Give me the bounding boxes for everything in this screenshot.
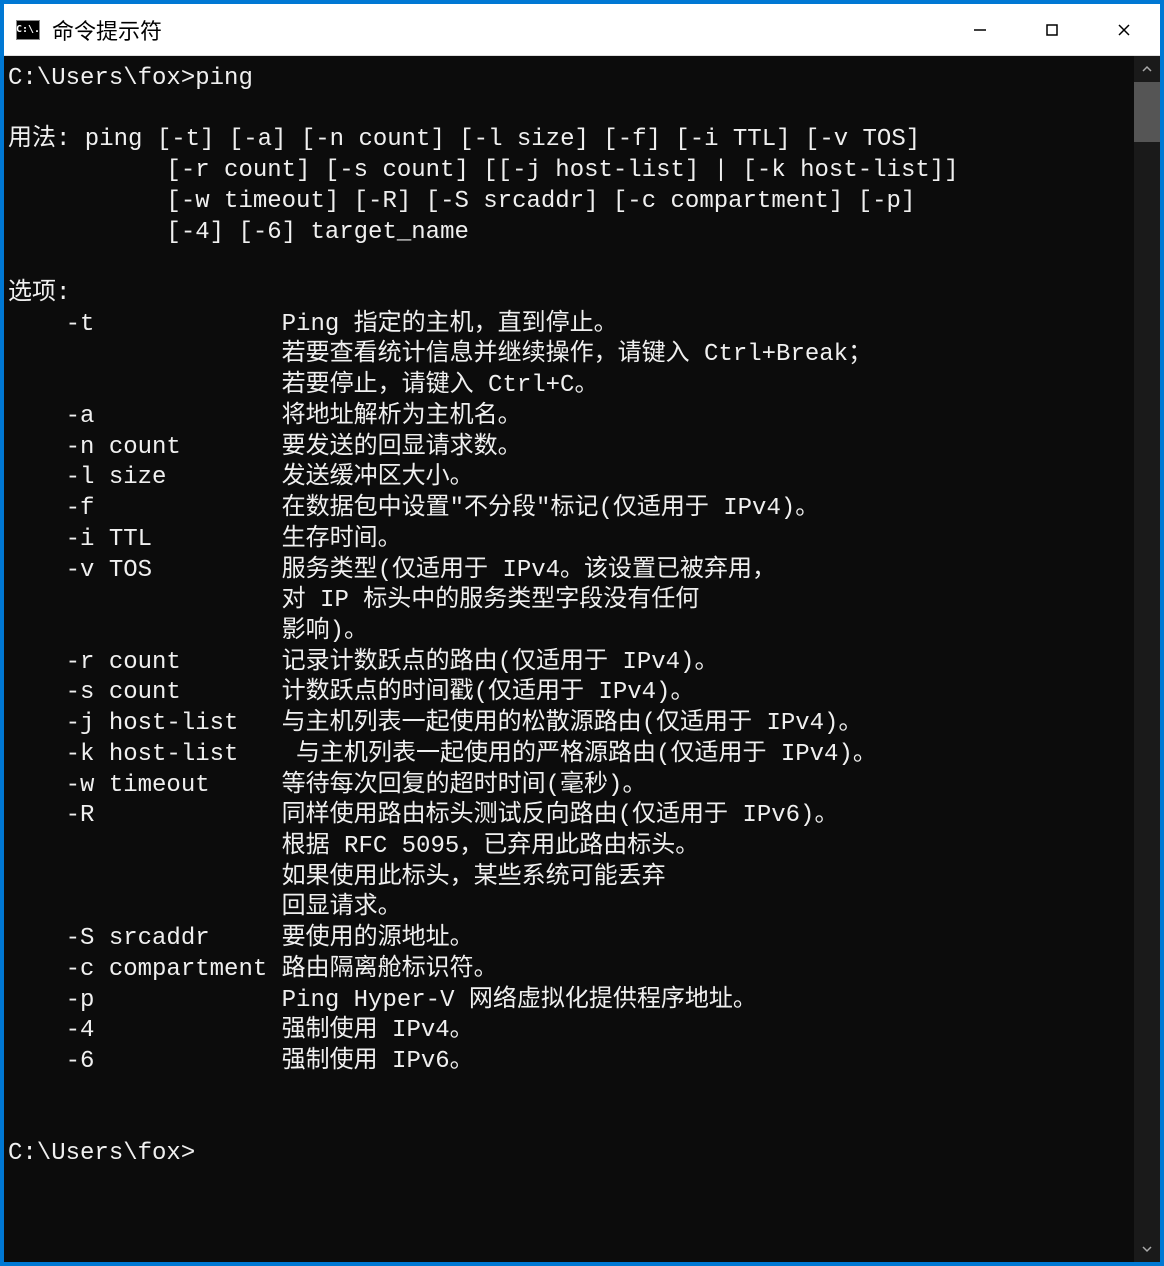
terminal-line: -6 强制使用 IPv6。	[8, 1047, 1130, 1078]
terminal-line: 选项:	[8, 279, 1130, 310]
scrollbar-thumb[interactable]	[1134, 82, 1160, 142]
terminal-line: -4 强制使用 IPv4。	[8, 1016, 1130, 1047]
terminal-line: -f 在数据包中设置"不分段"标记(仅适用于 IPv4)。	[8, 494, 1130, 525]
terminal-line: 若要查看统计信息并继续操作，请键入 Ctrl+Break；	[8, 340, 1130, 371]
terminal-line: -w timeout 等待每次回复的超时时间(毫秒)。	[8, 771, 1130, 802]
terminal-line: -v TOS 服务类型(仅适用于 IPv4。该设置已被弃用，	[8, 556, 1130, 587]
chevron-up-icon	[1141, 63, 1153, 75]
terminal-line: -S srcaddr 要使用的源地址。	[8, 924, 1130, 955]
terminal-line: -t Ping 指定的主机，直到停止。	[8, 310, 1130, 341]
terminal-line: -s count 计数跃点的时间戳(仅适用于 IPv4)。	[8, 678, 1130, 709]
terminal-line: -k host-list 与主机列表一起使用的严格源路由(仅适用于 IPv4)。	[8, 740, 1130, 771]
terminal-line: -a 将地址解析为主机名。	[8, 402, 1130, 433]
terminal-line: [-w timeout] [-R] [-S srcaddr] [-c compa…	[8, 187, 1130, 218]
scroll-up-button[interactable]	[1134, 56, 1160, 82]
maximize-button[interactable]	[1016, 4, 1088, 55]
terminal-line: -n count 要发送的回显请求数。	[8, 433, 1130, 464]
chevron-down-icon	[1141, 1243, 1153, 1255]
terminal-line: C:\Users\fox>ping	[8, 64, 1130, 95]
close-icon	[1116, 22, 1132, 38]
terminal-container: C:\Users\fox>ping 用法: ping [-t] [-a] [-n…	[4, 56, 1160, 1262]
terminal-line: 回显请求。	[8, 893, 1130, 924]
terminal-line	[8, 248, 1130, 279]
window-controls	[944, 4, 1160, 55]
terminal-line: 对 IP 标头中的服务类型字段没有任何	[8, 586, 1130, 617]
minimize-button[interactable]	[944, 4, 1016, 55]
terminal-line	[8, 1078, 1130, 1109]
terminal-line: -p Ping Hyper-V 网络虚拟化提供程序地址。	[8, 986, 1130, 1017]
terminal-line: 影响)。	[8, 617, 1130, 648]
vertical-scrollbar[interactable]	[1134, 56, 1160, 1262]
minimize-icon	[972, 22, 988, 38]
terminal-line: 若要停止，请键入 Ctrl+C。	[8, 371, 1130, 402]
maximize-icon	[1044, 22, 1060, 38]
terminal-line: -r count 记录计数跃点的路由(仅适用于 IPv4)。	[8, 648, 1130, 679]
command-prompt-window: C:\. 命令提示符 C:\Users\fox>ping 用法: ping [-…	[3, 3, 1161, 1263]
terminal-line	[8, 1108, 1130, 1139]
terminal-line: -c compartment 路由隔离舱标识符。	[8, 955, 1130, 986]
terminal-line: 根据 RFC 5095，已弃用此路由标头。	[8, 832, 1130, 863]
terminal-line: 用法: ping [-t] [-a] [-n count] [-l size] …	[8, 125, 1130, 156]
titlebar: C:\. 命令提示符	[4, 4, 1160, 56]
terminal-line: -j host-list 与主机列表一起使用的松散源路由(仅适用于 IPv4)。	[8, 709, 1130, 740]
scroll-down-button[interactable]	[1134, 1236, 1160, 1262]
terminal-line	[8, 95, 1130, 126]
terminal-line: C:\Users\fox>	[8, 1139, 1130, 1170]
terminal-line: [-4] [-6] target_name	[8, 218, 1130, 249]
terminal-line: [-r count] [-s count] [[-j host-list] | …	[8, 156, 1130, 187]
terminal-line: 如果使用此标头，某些系统可能丢弃	[8, 863, 1130, 894]
terminal-line: -R 同样使用路由标头测试反向路由(仅适用于 IPv6)。	[8, 801, 1130, 832]
close-button[interactable]	[1088, 4, 1160, 55]
cmd-icon: C:\.	[16, 20, 40, 40]
terminal-line: -i TTL 生存时间。	[8, 525, 1130, 556]
window-title: 命令提示符	[52, 14, 944, 46]
terminal-line: -l size 发送缓冲区大小。	[8, 463, 1130, 494]
terminal-output[interactable]: C:\Users\fox>ping 用法: ping [-t] [-a] [-n…	[4, 56, 1134, 1262]
